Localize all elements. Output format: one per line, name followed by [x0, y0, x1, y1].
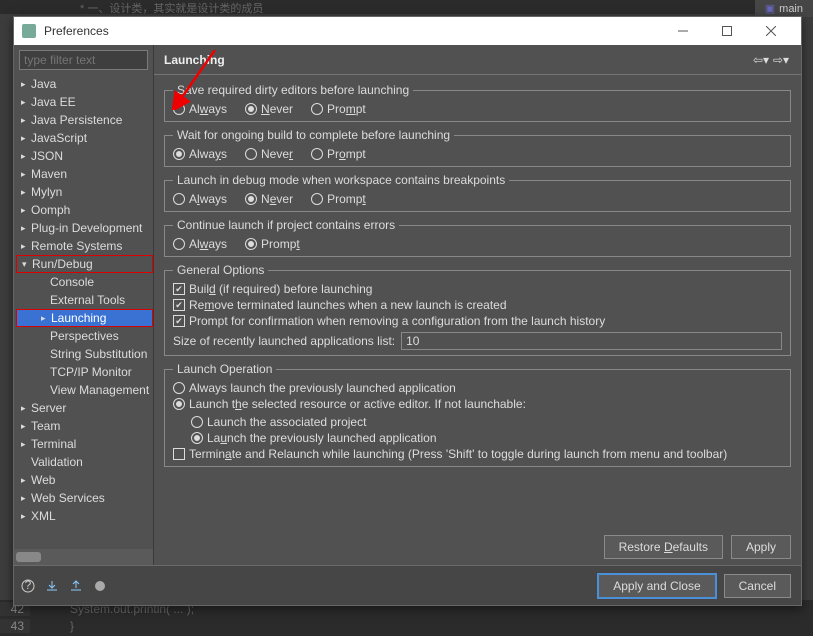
nav-forward-button[interactable]: ⇨▾: [771, 50, 791, 70]
rg-save-always[interactable]: Always: [173, 102, 227, 116]
tree-item-remote-systems[interactable]: ▸Remote Systems: [16, 237, 153, 255]
rg-wait-prompt[interactable]: Prompt: [311, 147, 366, 161]
tree-item-json[interactable]: ▸JSON: [16, 147, 153, 165]
radio-launch-associated[interactable]: Launch the associated project: [191, 415, 782, 429]
restore-defaults-button[interactable]: Restore Defaults: [604, 535, 723, 559]
group-wait: Wait for ongoing build to complete befor…: [164, 128, 791, 167]
tree-item-maven[interactable]: ▸Maven: [16, 165, 153, 183]
tree-item-terminal[interactable]: ▸Terminal: [16, 435, 153, 453]
rg-debug-always[interactable]: Always: [173, 192, 227, 206]
oomph-icon[interactable]: [91, 577, 109, 595]
apply-button[interactable]: Apply: [731, 535, 791, 559]
tree-item-web-services[interactable]: ▸Web Services: [16, 489, 153, 507]
dialog-footer: ? Apply and Close Cancel: [14, 565, 801, 605]
group-debug: Launch in debug mode when workspace cont…: [164, 173, 791, 212]
tree-item-validation[interactable]: Validation: [16, 453, 153, 471]
tree-item-java[interactable]: ▸Java: [16, 75, 153, 93]
group-operation: Launch Operation Always launch the previ…: [164, 362, 791, 467]
tree-item-xml[interactable]: ▸XML: [16, 507, 153, 525]
check-terminate-relaunch[interactable]: Terminate and Relaunch while launching (…: [173, 447, 782, 461]
legend-errors: Continue launch if project contains erro…: [173, 218, 399, 232]
rg-save-prompt[interactable]: Prompt: [311, 102, 366, 116]
tree-item-view-management[interactable]: View Management: [16, 381, 153, 399]
tree-item-javascript[interactable]: ▸JavaScript: [16, 129, 153, 147]
maximize-button[interactable]: [705, 18, 749, 44]
tree-item-perspectives[interactable]: Perspectives: [16, 327, 153, 345]
nav-back-button[interactable]: ⇦▾: [751, 50, 771, 70]
preferences-tree[interactable]: ▸Java▸Java EE▸Java Persistence▸JavaScrip…: [14, 75, 153, 549]
cancel-button[interactable]: Cancel: [724, 574, 791, 598]
group-general: General Options Build (if required) befo…: [164, 263, 791, 356]
preferences-dialog: Preferences ▸Java▸Java EE▸Java Persisten…: [13, 16, 802, 606]
filter-input[interactable]: [19, 50, 148, 70]
tree-pane: ▸Java▸Java EE▸Java Persistence▸JavaScrip…: [14, 45, 154, 565]
minimize-button[interactable]: [661, 18, 705, 44]
export-icon[interactable]: [67, 577, 85, 595]
check-general-2[interactable]: Prompt for confirmation when removing a …: [173, 314, 782, 328]
svg-text:?: ?: [25, 579, 32, 592]
rg-wait-always[interactable]: Always: [173, 147, 227, 161]
editor-tab-main[interactable]: main: [755, 0, 813, 17]
legend-debug: Launch in debug mode when workspace cont…: [173, 173, 509, 187]
legend-wait: Wait for ongoing build to complete befor…: [173, 128, 454, 142]
radio-launch-prev-sub[interactable]: Launch the previously launched applicati…: [191, 431, 782, 445]
check-general-1[interactable]: Remove terminated launches when a new la…: [173, 298, 782, 312]
legend-save: Save required dirty editors before launc…: [173, 83, 413, 97]
rg-debug-never[interactable]: Never: [245, 192, 293, 206]
apply-and-close-button[interactable]: Apply and Close: [598, 574, 715, 598]
radio-launch-selected[interactable]: Launch the selected resource or active e…: [173, 397, 782, 411]
rg-wait-never[interactable]: Never: [245, 147, 293, 161]
tree-item-team[interactable]: ▸Team: [16, 417, 153, 435]
help-icon[interactable]: ?: [19, 577, 37, 595]
radio-launch-previous[interactable]: Always launch the previously launched ap…: [173, 381, 782, 395]
group-errors: Continue launch if project contains erro…: [164, 218, 791, 257]
editor-bg-top: * 一、设计类，其实就是设计类的成员: [0, 0, 813, 14]
rg-errors-always[interactable]: Always: [173, 237, 227, 251]
tree-hscroll[interactable]: [14, 549, 153, 565]
tree-item-server[interactable]: ▸Server: [16, 399, 153, 417]
tree-item-external-tools[interactable]: External Tools: [16, 291, 153, 309]
close-button[interactable]: [749, 18, 793, 44]
tree-item-tcp-ip-monitor[interactable]: TCP/IP Monitor: [16, 363, 153, 381]
page-title: Launching: [164, 53, 751, 67]
content-pane: Launching ⇦▾ ⇨▾ Save required dirty edit…: [154, 45, 801, 565]
legend-general: General Options: [173, 263, 268, 277]
tree-item-oomph[interactable]: ▸Oomph: [16, 201, 153, 219]
size-label: Size of recently launched applications l…: [173, 334, 395, 348]
tree-item-plug-in-development[interactable]: ▸Plug-in Development: [16, 219, 153, 237]
rg-debug-prompt[interactable]: Prompt: [311, 192, 366, 206]
tree-item-java-persistence[interactable]: ▸Java Persistence: [16, 111, 153, 129]
tree-item-java-ee[interactable]: ▸Java EE: [16, 93, 153, 111]
check-general-0[interactable]: Build (if required) before launching: [173, 282, 782, 296]
window-title: Preferences: [44, 24, 661, 38]
tree-item-launching[interactable]: ▸Launching: [16, 309, 153, 327]
import-icon[interactable]: [43, 577, 61, 595]
legend-operation: Launch Operation: [173, 362, 276, 376]
tree-item-mylyn[interactable]: ▸Mylyn: [16, 183, 153, 201]
app-icon: [22, 24, 36, 38]
tree-item-run-debug[interactable]: ▾Run/Debug: [16, 255, 153, 273]
rg-errors-prompt[interactable]: Prompt: [245, 237, 300, 251]
rg-save-never[interactable]: Never: [245, 102, 293, 116]
size-input[interactable]: [401, 332, 782, 350]
titlebar[interactable]: Preferences: [14, 17, 801, 45]
tree-item-console[interactable]: Console: [16, 273, 153, 291]
group-save: Save required dirty editors before launc…: [164, 83, 791, 122]
tree-item-string-substitution[interactable]: String Substitution: [16, 345, 153, 363]
tree-item-web[interactable]: ▸Web: [16, 471, 153, 489]
